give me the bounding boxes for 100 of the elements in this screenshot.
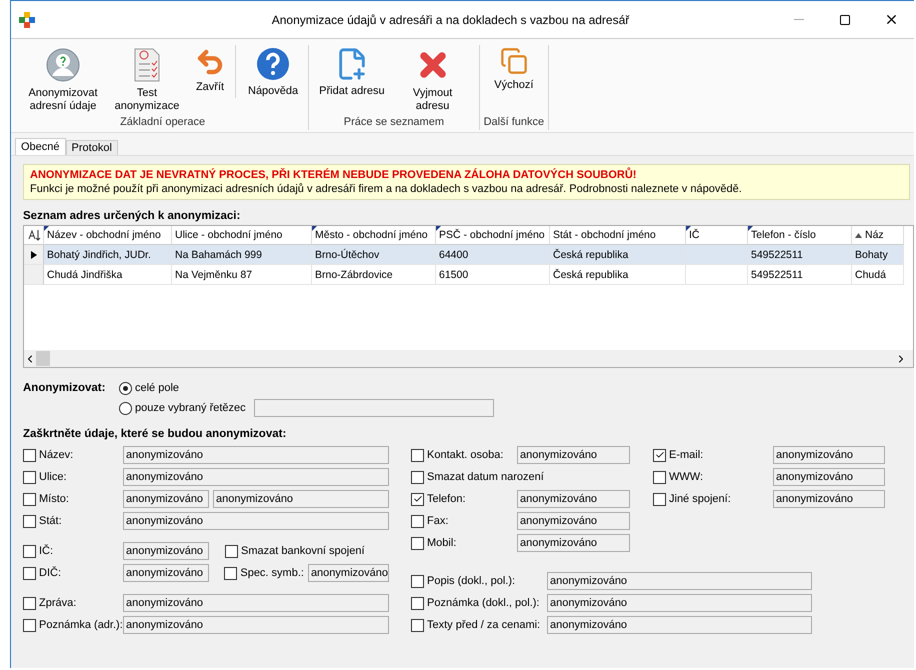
input-field[interactable] — [254, 399, 494, 417]
column-header[interactable]: Náz — [852, 226, 904, 245]
radio-button[interactable]: pouze vybraný řetězec — [119, 402, 246, 414]
table-cell: Chudá — [852, 265, 904, 285]
toolbar-button[interactable]: Přidat adresu — [313, 45, 391, 98]
checkbox[interactable]: Název: — [23, 448, 119, 462]
checkbox[interactable]: Zpráva: — [23, 596, 119, 610]
table-cell: 549522511 — [748, 265, 852, 285]
input-field[interactable]: anonymizováno — [213, 490, 389, 508]
column-header[interactable]: IČ — [686, 226, 748, 245]
checkbox[interactable]: Ulice: — [23, 470, 119, 484]
user-question-icon — [45, 47, 81, 83]
section-title: Zaškrtněte údaje, které se budou anonymizovat: — [23, 428, 288, 440]
checkbox[interactable]: DIČ: — [23, 566, 119, 580]
checkbox[interactable]: Místo: — [23, 492, 119, 506]
input-field[interactable]: anonymizováno — [123, 468, 389, 486]
table-cell: 64400 — [436, 245, 550, 265]
checkbox[interactable]: Spec. symb.: — [224, 566, 304, 580]
table-cell: Česká republika — [550, 245, 686, 265]
input-field[interactable]: anonymizováno — [123, 512, 389, 530]
table-cell: Bohaty — [852, 245, 904, 265]
horizontal-scrollbar[interactable] — [24, 350, 913, 367]
input-field[interactable]: anonymizováno — [123, 594, 389, 612]
row-pointer-icon — [30, 250, 36, 258]
table-cell: Brno-Útěchov — [312, 245, 436, 265]
column-header[interactable]: PSČ - obchodní jméno — [436, 226, 550, 245]
checkbox[interactable]: Kontakt. osoba: — [411, 448, 513, 462]
checkbox[interactable]: Stát: — [23, 514, 119, 528]
maximize-icon — [839, 14, 851, 26]
input-field[interactable]: anonymizováno — [517, 446, 630, 464]
checkbox[interactable]: Jiné spojení: — [653, 492, 769, 506]
toolbar-button[interactable]: Anonymizovat adresní údaje — [21, 45, 105, 113]
input-field[interactable]: anonymizováno — [123, 446, 389, 464]
input-field[interactable]: anonymizováno — [123, 564, 209, 582]
toolbar-button[interactable]: Výchozí — [488, 45, 540, 92]
table-cell — [686, 245, 748, 265]
toolbar-button[interactable]: Nápověda — [235, 45, 304, 98]
input-field[interactable]: anonymizováno — [308, 564, 389, 582]
column-header[interactable]: Ulice - obchodní jméno — [172, 226, 312, 245]
warning-text: Funkci je možné použít při anonymizaci adresních údajů v adresáři firem a na dokladech s vazbou na adresář. Podrobnosti naleznete v nápovědě. — [30, 183, 743, 195]
column-header[interactable]: Telefon - číslo — [748, 226, 852, 245]
checkbox[interactable]: Telefon: — [411, 492, 513, 506]
input-field[interactable]: anonymizováno — [547, 594, 812, 612]
input-field[interactable]: anonymizováno — [547, 616, 812, 634]
table-cell: Na Bahamách 999 — [172, 245, 312, 265]
mode-label: Anonymizovat: — [23, 381, 106, 396]
radio-button[interactable]: celé pole — [119, 382, 180, 394]
input-field[interactable]: anonymizováno — [123, 616, 389, 634]
checkbox[interactable]: IČ: — [23, 544, 119, 558]
column-header[interactable]: Stát - obchodní jméno — [550, 226, 686, 245]
toolbar-button[interactable]: Test anonymizace — [105, 45, 189, 113]
checkbox[interactable]: WWW: — [653, 470, 769, 484]
column-header[interactable]: Název - obchodní jméno — [44, 226, 172, 245]
checkbox[interactable]: E-mail: — [653, 448, 769, 462]
input-field[interactable]: anonymizováno — [123, 490, 209, 508]
sort-icon[interactable] — [24, 226, 44, 245]
group-label: Práce se seznamem — [344, 116, 444, 130]
help-icon — [256, 47, 290, 81]
checkbox[interactable]: Smazat bankovní spojení — [225, 544, 365, 558]
checkbox[interactable]: Popis (dokl., pol.): — [411, 574, 543, 588]
table-cell: Bohatý Jindřich, JUDr. — [44, 245, 172, 265]
check-icon — [654, 450, 664, 460]
check-icon — [412, 494, 422, 504]
group-label: Další funkce — [484, 116, 544, 130]
app-logo-icon — [19, 12, 35, 28]
table-cell — [686, 265, 748, 285]
row-header[interactable] — [24, 245, 44, 265]
column-header[interactable]: Město - obchodní jméno — [312, 226, 436, 245]
checkbox[interactable]: Fax: — [411, 514, 513, 528]
input-field[interactable]: anonymizováno — [773, 468, 885, 486]
sort-ascending-icon — [855, 232, 862, 238]
input-field[interactable]: anonymizováno — [123, 542, 209, 560]
input-field[interactable]: anonymizováno — [773, 446, 885, 464]
scrollbar-thumb[interactable] — [36, 351, 50, 366]
checkbox[interactable]: Smazat datum narození — [411, 470, 544, 484]
input-field[interactable]: anonymizováno — [517, 534, 630, 552]
input-field[interactable]: anonymizováno — [517, 490, 630, 508]
checkbox[interactable]: Poznámka (dokl., pol.): — [411, 596, 543, 610]
table-cell: 549522511 — [748, 245, 852, 265]
table-title: Seznam adres určených k anonymizaci: — [23, 210, 242, 222]
undo-arrow-icon — [195, 47, 225, 77]
table-cell: 61500 — [436, 265, 550, 285]
minimize-icon — [794, 19, 804, 20]
checkbox[interactable]: Texty před / za cenami: — [411, 618, 543, 632]
input-field[interactable]: anonymizováno — [773, 490, 885, 508]
toolbar-button[interactable]: Vyjmout adresu — [390, 45, 475, 113]
input-field[interactable]: anonymizováno — [547, 572, 812, 590]
table-cell: Na Vejměnku 87 — [172, 265, 312, 285]
checklist-icon — [132, 47, 162, 83]
window-title: Anonymizace údajů v adresáři a na dokladech s vazbou na adresář — [270, 12, 630, 26]
tab[interactable]: Protokol — [66, 140, 118, 155]
tab[interactable]: Obecné — [15, 138, 66, 155]
table-cell: Brno-Zábrdovice — [312, 265, 436, 285]
table-cell: Česká republika — [550, 265, 686, 285]
input-field[interactable]: anonymizováno — [517, 512, 630, 530]
toolbar-button[interactable]: Zavřít — [189, 45, 231, 94]
group-label: Základní operace — [120, 116, 206, 130]
warning-title: ANONYMIZACE DAT JE NEVRATNÝ PROCES, PŘI KTERÉM NEBUDE PROVEDENA ZÁLOHA DATOVÝCH SOUBORŮ! — [30, 169, 638, 181]
checkbox[interactable]: Mobil: — [411, 536, 513, 550]
table-cell: Chudá Jindřiška — [44, 265, 172, 285]
